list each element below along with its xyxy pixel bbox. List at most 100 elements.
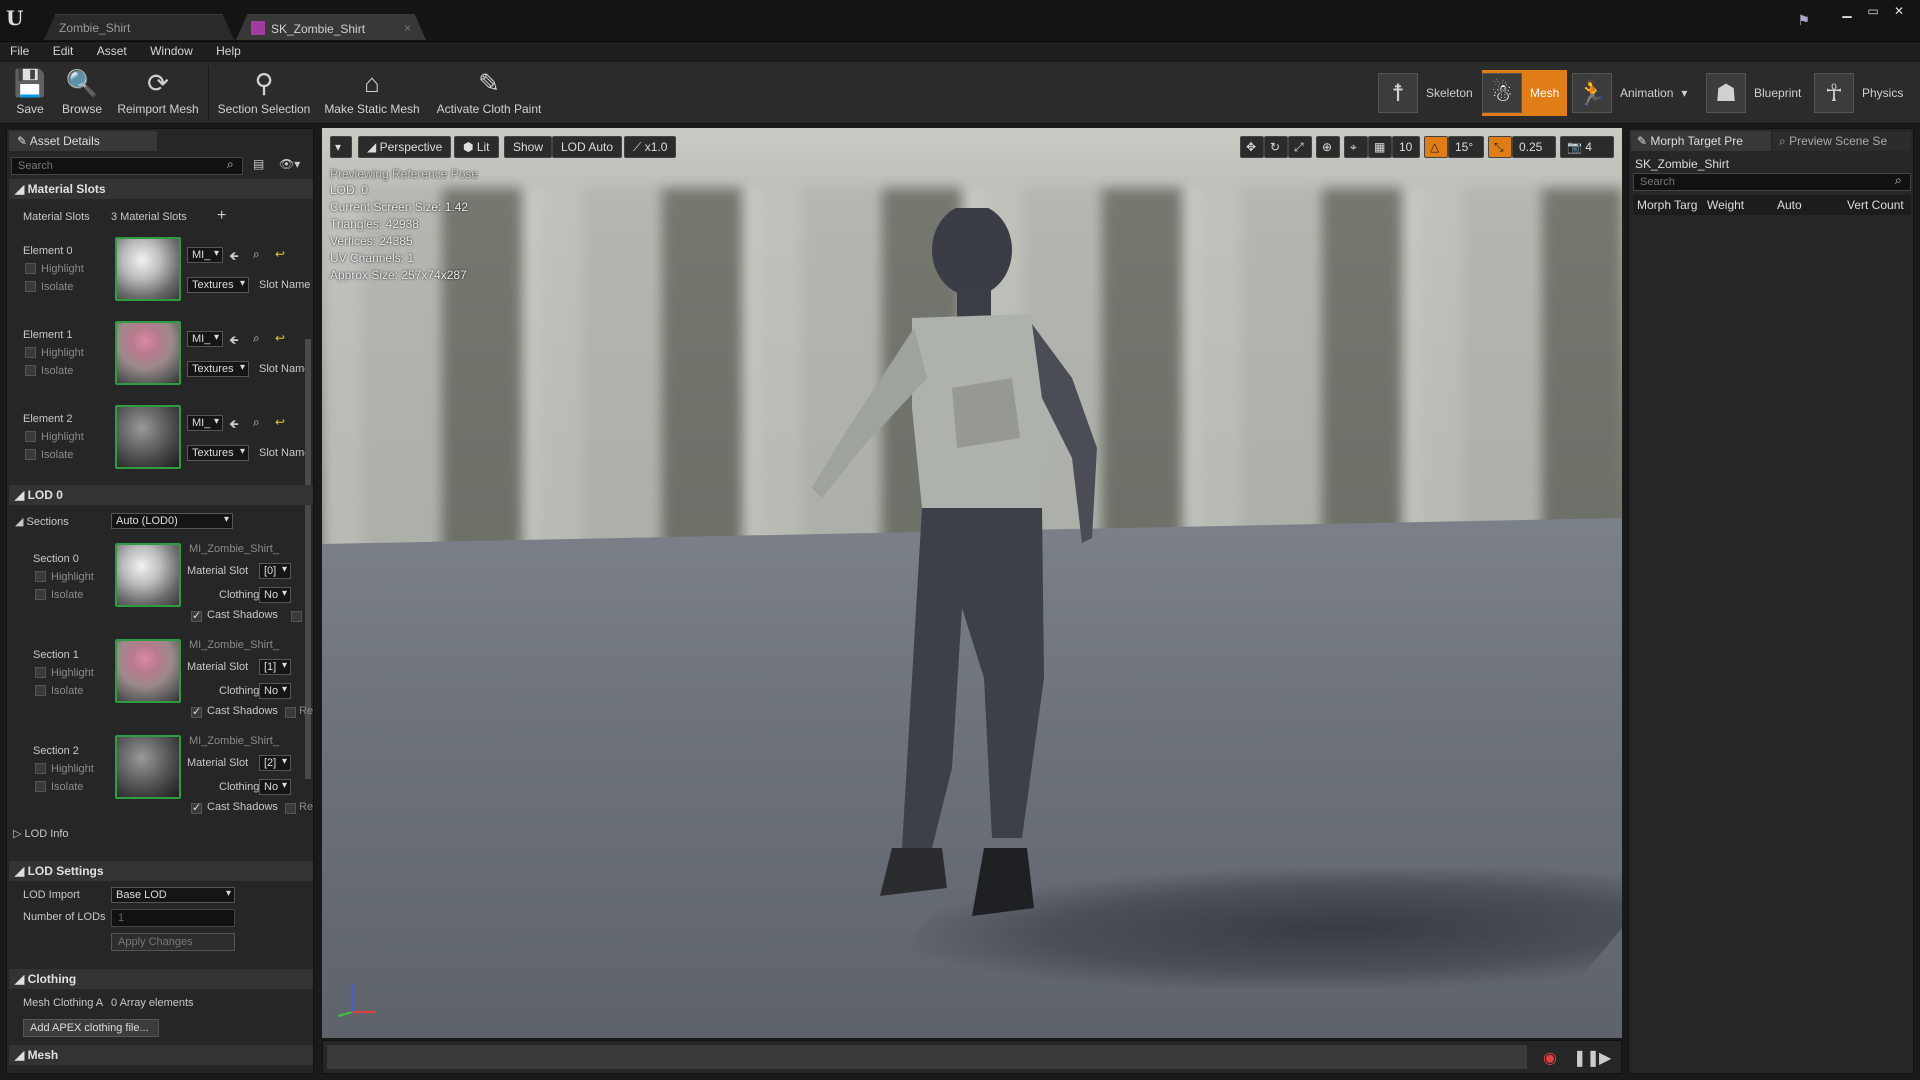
rotate-icon[interactable]: ↻ bbox=[1264, 136, 1288, 158]
scale-snap-value[interactable]: 0.25 bbox=[1512, 136, 1556, 158]
list-view-icon[interactable]: ▤ bbox=[253, 157, 264, 171]
close-window-button[interactable]: ✕ bbox=[1888, 4, 1910, 18]
textures-dropdown[interactable]: Textures bbox=[187, 445, 249, 461]
lit-button[interactable]: ⬢ Lit bbox=[454, 136, 499, 158]
viewport-options-dropdown[interactable]: ▾ bbox=[330, 136, 352, 158]
camera-speed-button[interactable]: 📷 4 bbox=[1560, 136, 1614, 158]
section-material-thumbnail[interactable] bbox=[115, 543, 181, 607]
material-slot-dropdown[interactable]: [1] bbox=[259, 659, 291, 675]
col-vert-count[interactable]: Vert Count bbox=[1847, 198, 1911, 212]
section-selection-button[interactable]: ⚲ Section Selection bbox=[214, 64, 314, 122]
material-thumbnail[interactable] bbox=[115, 237, 181, 301]
show-button[interactable]: Show bbox=[504, 136, 553, 158]
surface-snap-icon[interactable]: ⌖ bbox=[1344, 136, 1368, 158]
browse-asset-icon[interactable]: ⌕ bbox=[253, 415, 260, 430]
material-slot-dropdown[interactable]: [0] bbox=[259, 563, 291, 579]
section-material-thumbnail[interactable] bbox=[115, 639, 181, 703]
tab-preview-scene-settings[interactable]: ⌕ Preview Scene Se bbox=[1773, 131, 1911, 151]
material-picker[interactable]: MI_ bbox=[187, 247, 223, 263]
mesh-category[interactable]: ◢ Mesh bbox=[9, 1045, 313, 1065]
textures-dropdown[interactable]: Textures bbox=[187, 361, 249, 377]
clothing-category[interactable]: ◢ Clothing bbox=[9, 969, 313, 989]
world-space-icon[interactable]: ⊕ bbox=[1316, 136, 1340, 158]
browse-button[interactable]: 🔍 Browse bbox=[56, 64, 108, 122]
section-material-thumbnail[interactable] bbox=[115, 735, 181, 799]
close-icon[interactable]: × bbox=[404, 21, 411, 35]
isolate-checkbox[interactable] bbox=[35, 685, 46, 696]
recompute-checkbox[interactable] bbox=[285, 803, 296, 814]
eye-icon[interactable]: 👁▾ bbox=[279, 157, 300, 171]
scale-snap-icon[interactable]: ⤡ bbox=[1488, 136, 1512, 158]
apply-changes-button[interactable]: Apply Changes bbox=[111, 933, 235, 951]
grid-snap-icon[interactable]: ▦ bbox=[1368, 136, 1392, 158]
clothing-dropdown[interactable]: No bbox=[259, 779, 291, 795]
highlight-checkbox[interactable] bbox=[25, 431, 36, 442]
material-slot-dropdown[interactable]: [2] bbox=[259, 755, 291, 771]
mode-mesh[interactable]: ☃ Mesh bbox=[1482, 70, 1568, 116]
col-auto[interactable]: Auto bbox=[1777, 198, 1847, 212]
mode-blueprint[interactable]: ☗ Blueprint bbox=[1706, 70, 1809, 116]
col-morph-target[interactable]: Morph Targ bbox=[1633, 198, 1707, 212]
lod-settings-category[interactable]: ◢ LOD Settings bbox=[9, 861, 313, 881]
maximize-button[interactable]: ▭ bbox=[1862, 4, 1884, 18]
browse-asset-icon[interactable]: ⌕ bbox=[253, 331, 260, 346]
reimport-mesh-button[interactable]: ⟳ Reimport Mesh bbox=[112, 64, 204, 122]
recompute-checkbox[interactable] bbox=[291, 611, 302, 622]
highlight-checkbox[interactable] bbox=[25, 263, 36, 274]
material-picker[interactable]: MI_ bbox=[187, 331, 223, 347]
highlight-checkbox[interactable] bbox=[35, 667, 46, 678]
highlight-checkbox[interactable] bbox=[35, 571, 46, 582]
step-forward-icon[interactable]: ▶ bbox=[1599, 1048, 1611, 1068]
isolate-checkbox[interactable] bbox=[25, 449, 36, 460]
number-of-lods-input[interactable]: 1 bbox=[111, 909, 235, 927]
zombie-character-mesh[interactable] bbox=[752, 208, 1172, 928]
lod-auto-button[interactable]: LOD Auto bbox=[552, 136, 623, 158]
menu-asset[interactable]: Asset bbox=[87, 42, 137, 58]
playback-speed-button[interactable]: ⟋ x1.0 bbox=[624, 136, 677, 158]
save-button[interactable]: 💾 Save bbox=[8, 64, 52, 122]
highlight-checkbox[interactable] bbox=[35, 763, 46, 774]
grid-snap-value[interactable]: 10 bbox=[1392, 136, 1420, 158]
material-thumbnail[interactable] bbox=[115, 321, 181, 385]
isolate-checkbox[interactable] bbox=[25, 365, 36, 376]
recompute-checkbox[interactable] bbox=[285, 707, 296, 718]
perspective-button[interactable]: ◢ Perspective bbox=[358, 136, 452, 158]
mode-physics[interactable]: ☥ Physics bbox=[1814, 70, 1911, 116]
make-static-mesh-button[interactable]: ⌂ Make Static Mesh bbox=[318, 64, 426, 122]
add-material-slot-button[interactable]: + bbox=[217, 207, 226, 225]
use-selected-arrow-icon[interactable]: 🡸 bbox=[229, 247, 239, 268]
viewport[interactable]: ▾ ◢ Perspective ⬢ Lit Show LOD Auto ⟋ x1… bbox=[322, 128, 1622, 1038]
highlight-checkbox[interactable] bbox=[25, 347, 36, 358]
col-weight[interactable]: Weight bbox=[1707, 198, 1777, 212]
rotation-snap-icon[interactable]: △ bbox=[1424, 136, 1448, 158]
lod-info-expander[interactable]: ▷ LOD Info bbox=[13, 827, 69, 840]
add-apex-clothing-button[interactable]: Add APEX clothing file... bbox=[23, 1019, 159, 1037]
flag-icon[interactable]: ⚑ bbox=[1797, 12, 1810, 29]
cast-shadows-checkbox[interactable] bbox=[191, 609, 202, 622]
morph-search-input[interactable]: Search bbox=[1633, 173, 1911, 191]
menu-help[interactable]: Help bbox=[206, 42, 251, 58]
material-picker[interactable]: MI_ bbox=[187, 415, 223, 431]
use-selected-arrow-icon[interactable]: 🡸 bbox=[229, 331, 239, 352]
tab-zombie-shirt[interactable]: Zombie_Shirt bbox=[44, 14, 234, 40]
menu-file[interactable]: File bbox=[0, 42, 39, 58]
material-thumbnail[interactable] bbox=[115, 405, 181, 469]
timeline-scrubber[interactable] bbox=[327, 1045, 1527, 1069]
menu-window[interactable]: Window bbox=[140, 42, 203, 58]
cast-shadows-checkbox[interactable] bbox=[191, 801, 202, 814]
record-icon[interactable]: ◉ bbox=[1543, 1048, 1557, 1068]
isolate-checkbox[interactable] bbox=[35, 781, 46, 792]
lod-import-dropdown[interactable]: Base LOD bbox=[111, 887, 235, 903]
rotation-snap-value[interactable]: 15° bbox=[1448, 136, 1484, 158]
clothing-dropdown[interactable]: No bbox=[259, 587, 291, 603]
tab-asset-details[interactable]: ✎ Asset Details bbox=[9, 131, 157, 151]
browse-asset-icon[interactable]: ⌕ bbox=[253, 247, 260, 262]
cast-shadows-checkbox[interactable] bbox=[191, 705, 202, 718]
reset-arrow-icon[interactable]: ↩ bbox=[275, 415, 285, 429]
tab-morph-target-preview[interactable]: ✎ Morph Target Pre bbox=[1631, 131, 1771, 151]
textures-dropdown[interactable]: Textures bbox=[187, 277, 249, 293]
scale-icon[interactable]: ⤢ bbox=[1288, 136, 1312, 158]
reset-arrow-icon[interactable]: ↩ bbox=[275, 247, 285, 261]
tab-sk-zombie-shirt[interactable]: SK_Zombie_Shirt × bbox=[236, 14, 426, 40]
minimize-button[interactable]: ▁ bbox=[1836, 4, 1858, 18]
